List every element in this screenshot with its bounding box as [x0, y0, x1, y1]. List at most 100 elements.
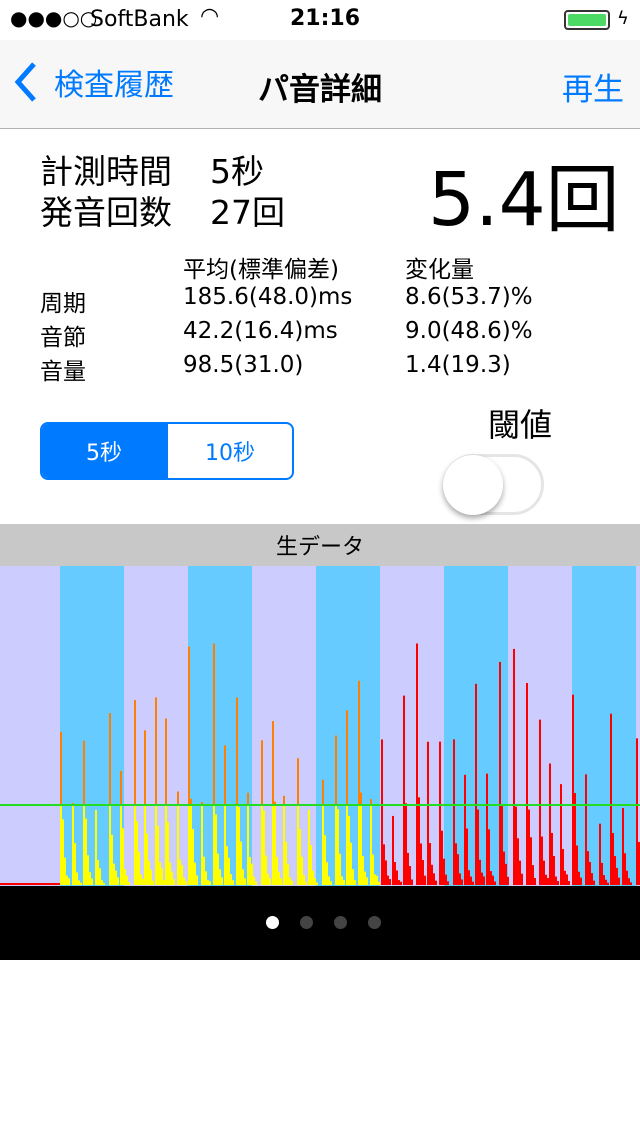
waveform-bar-above	[83, 740, 85, 805]
waveform-bar	[530, 837, 532, 885]
waveform-bar	[630, 882, 632, 885]
waveform-bar	[113, 863, 115, 885]
waveform-bar	[265, 855, 267, 885]
waveform-bar	[614, 856, 616, 885]
waveform-bar	[532, 865, 534, 885]
waveform-bar	[427, 741, 429, 885]
waveform-bar	[236, 805, 238, 885]
waveform-bar	[228, 857, 230, 885]
waveform-bar	[545, 874, 547, 885]
clock: 21:16	[290, 6, 361, 31]
page-dot[interactable]	[368, 916, 381, 929]
waveform-bar	[74, 843, 76, 885]
waveform-bar	[299, 829, 301, 885]
waveform-bar	[433, 873, 435, 885]
waveform-bar	[521, 873, 523, 885]
waveform-bar	[517, 838, 519, 885]
waveform-bar	[167, 821, 169, 885]
waveform-bar	[310, 844, 312, 885]
row-label: 周期	[40, 291, 86, 317]
waveform-bar	[163, 879, 165, 885]
waveform-bar	[392, 815, 394, 885]
chart-band	[188, 566, 252, 886]
waveform-bar	[161, 868, 163, 885]
waveform-bar	[445, 874, 447, 885]
row-label: 音量	[40, 359, 86, 385]
waveform-bar	[278, 871, 280, 885]
segment-10s[interactable]: 10秒	[166, 424, 292, 478]
waveform-bar	[407, 852, 409, 885]
page-dot[interactable]	[266, 916, 279, 929]
waveform-bar	[181, 865, 183, 885]
waveform-bar	[424, 875, 426, 885]
waveform-bar	[247, 805, 249, 885]
waveform-bar	[111, 834, 113, 885]
play-button[interactable]: 再生	[562, 64, 624, 109]
waveform-bar	[494, 881, 496, 885]
waveform-bar	[466, 828, 468, 885]
waveform-bar	[142, 878, 144, 885]
waveform-bar	[312, 870, 314, 885]
page-control[interactable]	[0, 886, 640, 960]
waveform-bar	[409, 866, 411, 885]
row-label: 音節	[40, 325, 86, 351]
waveform-bar	[576, 845, 578, 885]
waveform-bar	[215, 814, 217, 885]
waveform-bar	[103, 883, 105, 885]
waveform-bar	[429, 843, 431, 885]
toggle-knob[interactable]	[443, 455, 503, 515]
waveform-bar	[117, 877, 119, 885]
waveform-bar	[213, 805, 215, 885]
waveform-bar	[539, 719, 541, 885]
waveform-bar	[555, 876, 557, 885]
waveform-bar	[314, 878, 316, 885]
waveform-bar	[470, 876, 472, 885]
waveform-bar	[330, 881, 332, 885]
waveform-bar	[364, 871, 366, 885]
waveform-bar	[89, 871, 91, 885]
waveform-bar	[324, 835, 326, 885]
page-title: パ音詳細	[258, 72, 382, 108]
waveform-bar	[626, 870, 628, 885]
waveform-bar	[447, 881, 449, 885]
waveform-bar	[62, 819, 64, 885]
waveform-bar	[519, 860, 521, 885]
waveform-bar	[381, 739, 383, 885]
waveform-bar	[362, 856, 364, 885]
waveform-bar	[207, 880, 209, 885]
waveform-bar	[289, 877, 291, 885]
waveform-bar	[422, 859, 424, 885]
waveform-bar	[352, 869, 354, 885]
page-dot[interactable]	[334, 916, 347, 929]
waveform-bar	[179, 859, 181, 885]
waveform-bar	[285, 841, 287, 885]
waveform-bar	[224, 805, 226, 885]
waveform-bar	[249, 857, 251, 885]
waveform-bar	[91, 878, 93, 885]
waveform-bar-above	[188, 646, 190, 805]
waveform-bar	[499, 661, 501, 885]
waveform-bar	[585, 774, 587, 885]
waveform-bar	[171, 871, 173, 885]
waveform-bar	[134, 805, 136, 885]
status-bar: ●●●○○ SoftBank ◠ 21:16 ϟ	[0, 0, 640, 40]
waveform-bar-above	[177, 791, 179, 805]
chart-band	[60, 566, 124, 886]
waveform-bar	[394, 862, 396, 885]
waveform-bar	[624, 853, 626, 885]
page-dot[interactable]	[300, 916, 313, 929]
waveform-bar	[115, 870, 117, 885]
waveform-bar	[622, 808, 624, 885]
waveform-bar	[439, 741, 441, 885]
waveform-bar	[221, 877, 223, 885]
waveform-bar	[305, 881, 307, 885]
waveform-bar	[101, 880, 103, 885]
waveform-baseline	[0, 883, 60, 885]
waveform-bar	[201, 805, 203, 885]
segment-5s[interactable]: 5秒	[42, 424, 166, 478]
waveform-bar	[435, 880, 437, 885]
waveform-bar	[183, 877, 185, 885]
waveform-bar-above	[236, 697, 238, 805]
navigation-bar: 検査履歴 パ音詳細 再生	[0, 40, 640, 129]
row-mean: 42.2(16.4)ms	[183, 318, 338, 344]
